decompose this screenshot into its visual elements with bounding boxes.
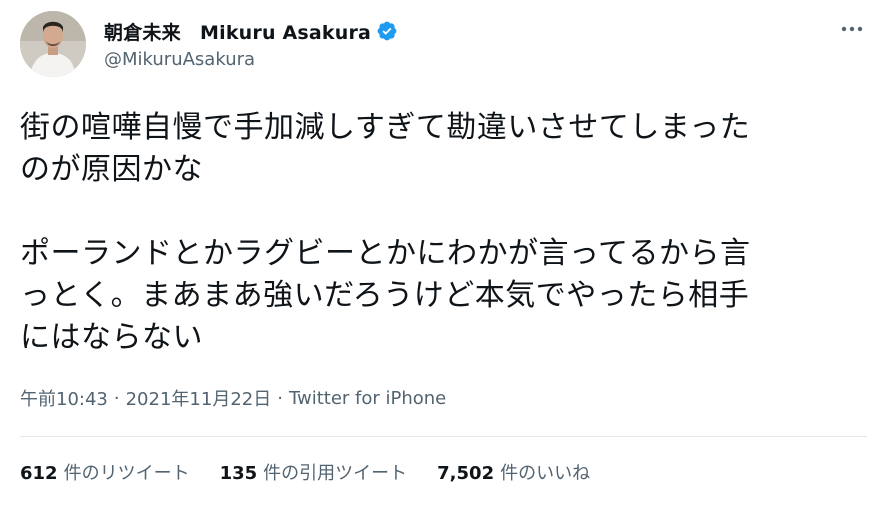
tweet-meta: 午前10:43 · 2021年11月22日 · Twitter for iPho… (20, 385, 446, 411)
meta-separator: · (113, 387, 120, 409)
meta-separator: · (277, 387, 283, 409)
likes-count: 7,502 (437, 463, 495, 484)
tweet-line: ポーランドとかラグビーとかにわかが言ってるから言 (20, 236, 751, 271)
likes-label: 件のいいね (500, 463, 591, 484)
tweet-line: にはならない (20, 320, 203, 355)
author-name-row[interactable]: 朝倉未来 Mikuru Asakura (104, 16, 398, 46)
avatar-image (20, 11, 86, 77)
quotes-count: 135 (219, 463, 258, 484)
tweet-line: っとく。まあまあ強いだろうけど本気でやったら相手 (20, 278, 750, 313)
divider (20, 436, 867, 437)
tweet-text: 街の喧嘩自慢で手加減しすぎて勘違いさせてしまった のが原因かな ポーランドとかラ… (20, 107, 870, 359)
verified-badge-icon (376, 20, 398, 42)
tweet-line: のが原因かな (20, 152, 203, 187)
user-handle[interactable]: @MikuruAsakura (104, 49, 255, 70)
tweet-line: 街の喧嘩自慢で手加減しすぎて勘違いさせてしまった (20, 110, 751, 145)
tweet-card: 朝倉未来 Mikuru Asakura @MikuruAsakura 街の喧嘩自… (0, 0, 887, 513)
avatar[interactable] (20, 11, 86, 77)
display-name[interactable]: 朝倉未来 Mikuru Asakura (104, 18, 371, 45)
tweet-stats: 612 件のリツイート 135 件の引用ツイート 7,502 件のいいね (20, 459, 620, 485)
tweet-date[interactable]: 2021年11月22日 (126, 385, 272, 411)
quotes-label: 件の引用ツイート (263, 463, 408, 484)
retweets-count: 612 (20, 463, 58, 484)
likes-stat[interactable]: 7,502 件のいいね (437, 459, 590, 485)
retweets-label: 件のリツイート (63, 463, 190, 484)
tweet-time[interactable]: 午前10:43 (20, 385, 108, 411)
quotes-stat[interactable]: 135 件の引用ツイート (220, 459, 408, 485)
retweets-stat[interactable]: 612 件のリツイート (20, 459, 190, 485)
tweet-source[interactable]: Twitter for iPhone (289, 388, 446, 409)
more-options-icon[interactable] (835, 18, 869, 40)
